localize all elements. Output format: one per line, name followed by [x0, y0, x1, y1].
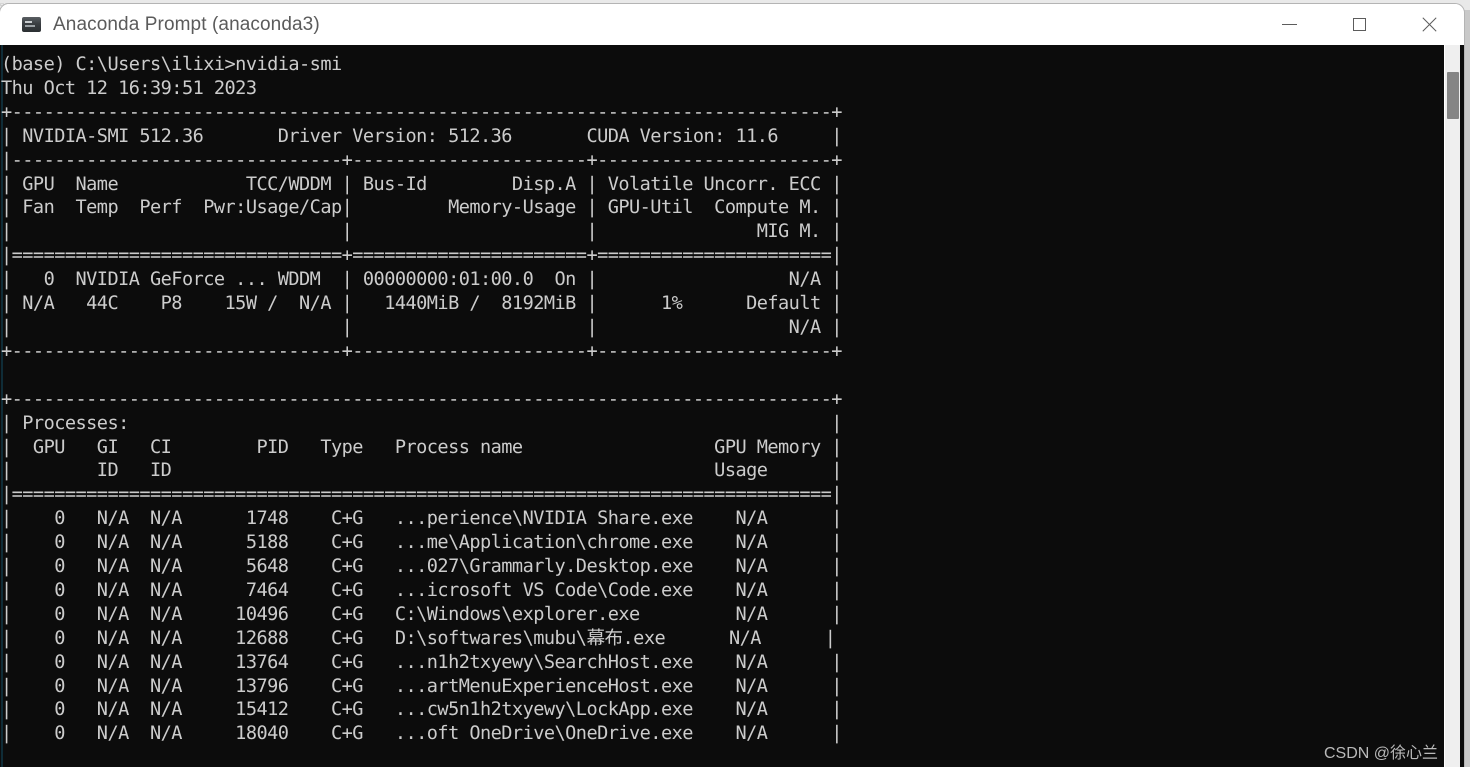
window-titlebar[interactable]: Anaconda Prompt (anaconda3) — [0, 4, 1464, 45]
console-client-area: (base) C:\Users\ilixi>nvidia-smi Thu Oct… — [0, 45, 1464, 767]
close-icon — [1421, 17, 1437, 33]
terminal-output-pane[interactable]: (base) C:\Users\ilixi>nvidia-smi Thu Oct… — [0, 45, 1444, 767]
maximize-button[interactable] — [1324, 4, 1394, 45]
close-button[interactable] — [1394, 4, 1464, 45]
console-icon — [22, 17, 41, 32]
scrollbar-thumb[interactable] — [1447, 72, 1459, 119]
vertical-scrollbar[interactable] — [1444, 45, 1460, 767]
window-controls — [1254, 4, 1464, 45]
window-title: Anaconda Prompt (anaconda3) — [53, 13, 320, 35]
maximize-icon — [1352, 18, 1366, 31]
minimize-button[interactable] — [1254, 4, 1324, 45]
terminal-text: (base) C:\Users\ilixi>nvidia-smi Thu Oct… — [1, 54, 842, 745]
anaconda-prompt-window: Anaconda Prompt (anaconda3) (base) C:\Us… — [0, 4, 1464, 767]
minimize-icon — [1281, 24, 1297, 25]
